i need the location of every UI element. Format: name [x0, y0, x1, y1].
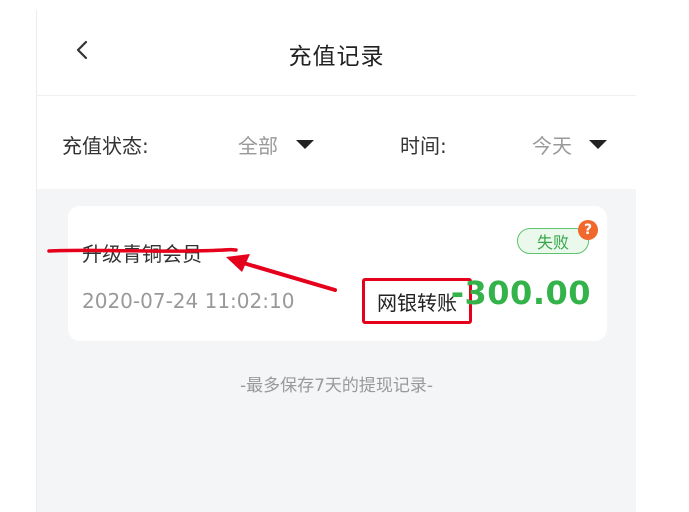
record-title: 升级青铜会员: [82, 242, 202, 266]
question-icon[interactable]: ?: [578, 220, 598, 240]
status-filter-label: 充值状态:: [62, 134, 149, 158]
recharge-record-card[interactable]: 升级青铜会员 2020-07-24 11:02:10 网银转账 -300.00 …: [68, 206, 607, 341]
header-bar: 充值记录: [37, 10, 636, 96]
time-caret-down-icon[interactable]: [589, 140, 607, 149]
record-time: 2020-07-24 11:02:10: [82, 289, 295, 313]
filter-bar: 充值状态: 全部 时间: 今天: [37, 96, 636, 189]
footer-note: -最多保存7天的提现记录-: [239, 376, 434, 396]
time-filter-label: 时间:: [400, 134, 447, 158]
status-caret-down-icon[interactable]: [296, 140, 314, 149]
status-filter-dropdown[interactable]: 全部: [238, 130, 278, 159]
page-title: 充值记录: [288, 44, 385, 70]
app-screen: 充值记录 充值状态: 全部 时间: 今天 升级青铜会员 2020-07-24 1…: [36, 10, 636, 512]
record-amount: -300.00: [450, 274, 591, 312]
time-filter-dropdown[interactable]: 今天: [532, 130, 572, 159]
